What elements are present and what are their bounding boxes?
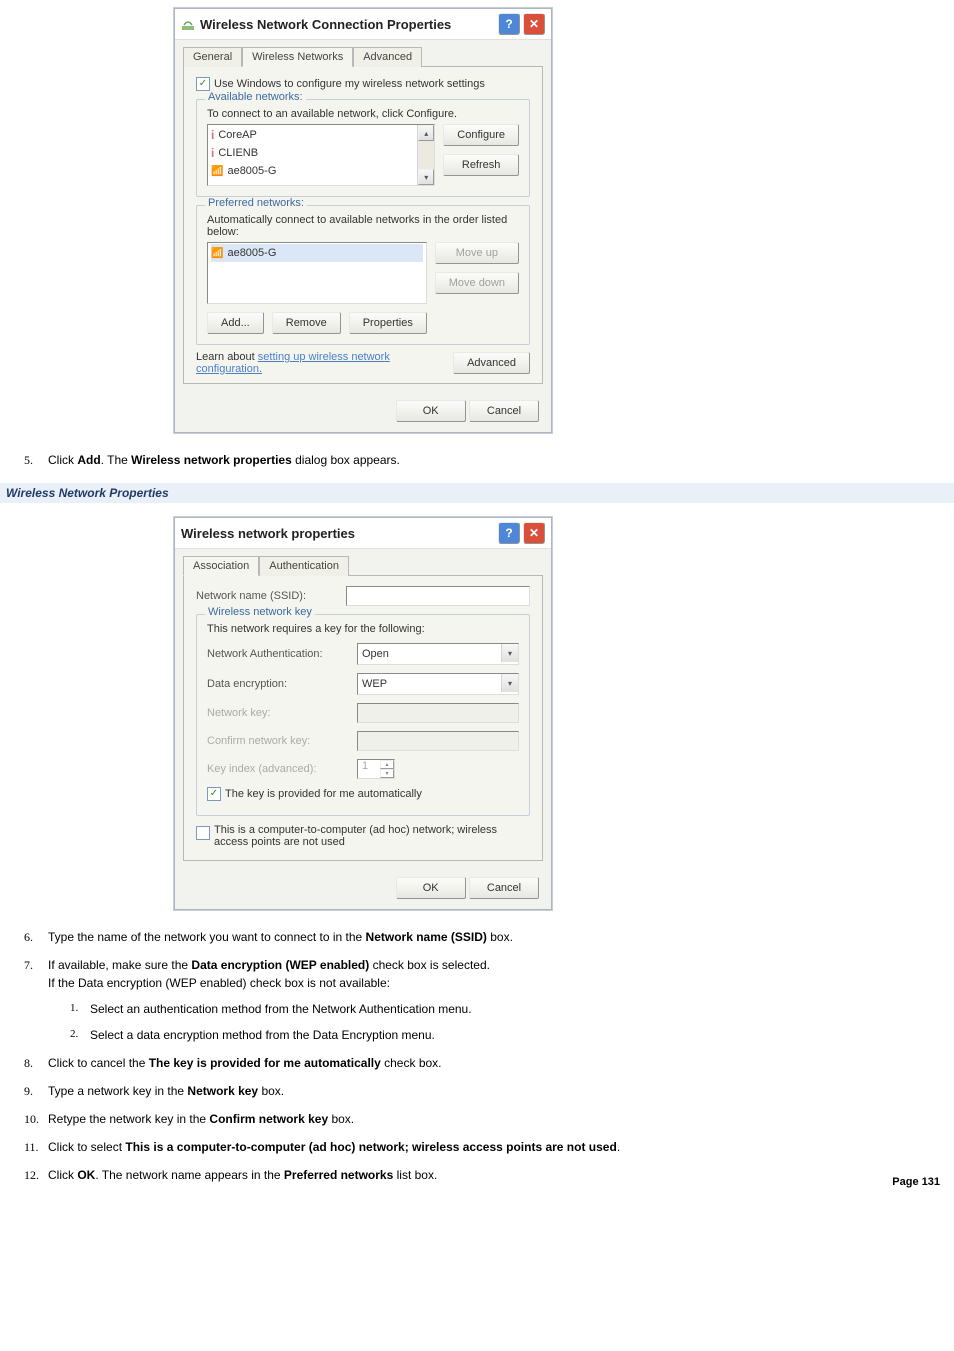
tab-association[interactable]: Association xyxy=(183,556,259,576)
chevron-down-icon: ▾ xyxy=(501,644,518,662)
use-windows-checkbox[interactable]: ✓ xyxy=(196,77,210,91)
moveup-button[interactable]: Move up xyxy=(435,242,519,264)
network-key-input xyxy=(357,703,519,723)
key-label: Network key: xyxy=(207,707,357,719)
tab-general[interactable]: General xyxy=(183,47,242,67)
wireless-network-properties-dialog: Wireless network properties ? ✕ Associat… xyxy=(174,517,552,910)
adhoc-row: This is a computer-to-computer (ad hoc) … xyxy=(196,824,530,848)
scrollbar[interactable]: ▴ ▾ xyxy=(417,125,434,185)
available-legend: Available networks: xyxy=(205,91,306,103)
close-button[interactable]: ✕ xyxy=(523,522,545,544)
confirm-row: Confirm network key: xyxy=(207,731,519,751)
auth-combo[interactable]: Open ▾ xyxy=(357,643,519,665)
signal-icon: 📶 xyxy=(211,248,223,259)
signal-icon: 📶 xyxy=(211,166,223,177)
wireless-key-group: Wireless network key This network requir… xyxy=(196,614,530,816)
step-10: 10. Retype the network key in the Confir… xyxy=(14,1110,940,1128)
index-row: Key index (advanced): 1 ▴▾ xyxy=(207,759,519,779)
auth-label: Network Authentication: xyxy=(207,648,357,660)
adhoc-checkbox[interactable] xyxy=(196,826,210,840)
list-item[interactable]: iCoreAP xyxy=(211,126,414,144)
wireless-connection-properties-dialog: Wireless Network Connection Properties ?… xyxy=(174,8,552,433)
ok-button[interactable]: OK xyxy=(396,400,466,422)
titlebar: Wireless Network Connection Properties ?… xyxy=(175,9,551,40)
info-icon: i xyxy=(211,146,214,160)
movedown-button[interactable]: Move down xyxy=(435,272,519,294)
help-button[interactable]: ? xyxy=(498,522,520,544)
step-11: 11. Click to select This is a computer-t… xyxy=(14,1138,940,1156)
tab-advanced[interactable]: Advanced xyxy=(353,47,422,67)
list-item[interactable]: iCLIENB xyxy=(211,144,414,162)
help-button[interactable]: ? xyxy=(498,13,520,35)
requires-text: This network requires a key for the foll… xyxy=(207,623,519,635)
use-windows-row: ✓ Use Windows to configure my wireless n… xyxy=(196,77,530,91)
available-networks-list[interactable]: iCoreAP iCLIENB 📶ae8005-G ▴ ▾ xyxy=(207,124,435,186)
list-item[interactable]: 📶ae8005-G xyxy=(211,162,414,180)
preferred-hint: Automatically connect to available netwo… xyxy=(207,214,519,238)
remove-button[interactable]: Remove xyxy=(272,312,341,334)
enc-label: Data encryption: xyxy=(207,678,357,690)
tab-wireless-networks[interactable]: Wireless Networks xyxy=(242,47,353,67)
step-7-1: 1.Select an authentication method from t… xyxy=(70,1000,940,1018)
available-hint: To connect to an available network, clic… xyxy=(207,108,519,120)
key-index-spinner: 1 ▴▾ xyxy=(357,759,395,779)
tab-panel: ✓ Use Windows to configure my wireless n… xyxy=(183,67,543,384)
cancel-button[interactable]: Cancel xyxy=(469,400,539,422)
wireless-icon xyxy=(181,17,195,31)
preferred-legend: Preferred networks: xyxy=(205,197,307,209)
ssid-label: Network name (SSID): xyxy=(196,590,346,602)
step-7-2: 2.Select a data encryption method from t… xyxy=(70,1026,940,1044)
properties-button[interactable]: Properties xyxy=(349,312,427,334)
info-icon: i xyxy=(211,128,214,142)
ssid-input[interactable] xyxy=(346,586,530,606)
auto-key-checkbox[interactable]: ✓ xyxy=(207,787,221,801)
index-label: Key index (advanced): xyxy=(207,763,357,775)
refresh-button[interactable]: Refresh xyxy=(443,154,519,176)
scroll-down[interactable]: ▾ xyxy=(418,169,434,185)
spin-up-icon: ▴ xyxy=(380,760,394,769)
chevron-down-icon: ▾ xyxy=(501,674,518,692)
dialog-title: Wireless network properties xyxy=(181,526,495,541)
section-header: Wireless Network Properties xyxy=(0,483,954,503)
titlebar: Wireless network properties ? ✕ xyxy=(175,518,551,549)
confirm-key-input xyxy=(357,731,519,751)
step-12: 12. Click OK. The network name appears i… xyxy=(14,1166,940,1184)
tab-panel: Network name (SSID): Wireless network ke… xyxy=(183,576,543,861)
spin-down-icon: ▾ xyxy=(380,769,394,778)
enc-combo[interactable]: WEP ▾ xyxy=(357,673,519,695)
ssid-row: Network name (SSID): xyxy=(196,586,530,606)
step-9: 9. Type a network key in the Network key… xyxy=(14,1082,940,1100)
step-6: 6. Type the name of the network you want… xyxy=(14,928,940,946)
tab-strip: General Wireless Networks Advanced xyxy=(183,46,543,67)
learn-text: Learn about setting up wireless network … xyxy=(196,351,453,375)
tab-strip: Association Authentication xyxy=(183,555,543,576)
available-networks-group: Available networks: To connect to an ava… xyxy=(196,99,530,197)
preferred-networks-group: Preferred networks: Automatically connec… xyxy=(196,205,530,345)
ok-button[interactable]: OK xyxy=(396,877,466,899)
scroll-up[interactable]: ▴ xyxy=(418,125,434,141)
key-row: Network key: xyxy=(207,703,519,723)
advanced-button[interactable]: Advanced xyxy=(453,352,530,374)
auto-key-row: ✓ The key is provided for me automatical… xyxy=(207,787,519,801)
auto-key-label: The key is provided for me automatically xyxy=(225,788,422,800)
confirm-label: Confirm network key: xyxy=(207,735,357,747)
close-button[interactable]: ✕ xyxy=(523,13,545,35)
page-number: Page 131 xyxy=(892,1174,940,1191)
add-button[interactable]: Add... xyxy=(207,312,264,334)
adhoc-label: This is a computer-to-computer (ad hoc) … xyxy=(214,824,530,848)
list-item[interactable]: 📶ae8005-G xyxy=(211,244,423,262)
configure-button[interactable]: Configure xyxy=(443,124,519,146)
cancel-button[interactable]: Cancel xyxy=(469,877,539,899)
key-legend: Wireless network key xyxy=(205,606,315,618)
use-windows-label: Use Windows to configure my wireless net… xyxy=(214,78,485,90)
step-8: 8. Click to cancel the The key is provid… xyxy=(14,1054,940,1072)
auth-row: Network Authentication: Open ▾ xyxy=(207,643,519,665)
step-5: 5. Click Add. The Wireless network prope… xyxy=(14,451,940,469)
dialog-title: Wireless Network Connection Properties xyxy=(200,17,495,32)
enc-row: Data encryption: WEP ▾ xyxy=(207,673,519,695)
step-7: 7. If available, make sure the Data encr… xyxy=(14,956,940,1044)
preferred-networks-list[interactable]: 📶ae8005-G xyxy=(207,242,427,304)
tab-authentication[interactable]: Authentication xyxy=(259,556,349,576)
